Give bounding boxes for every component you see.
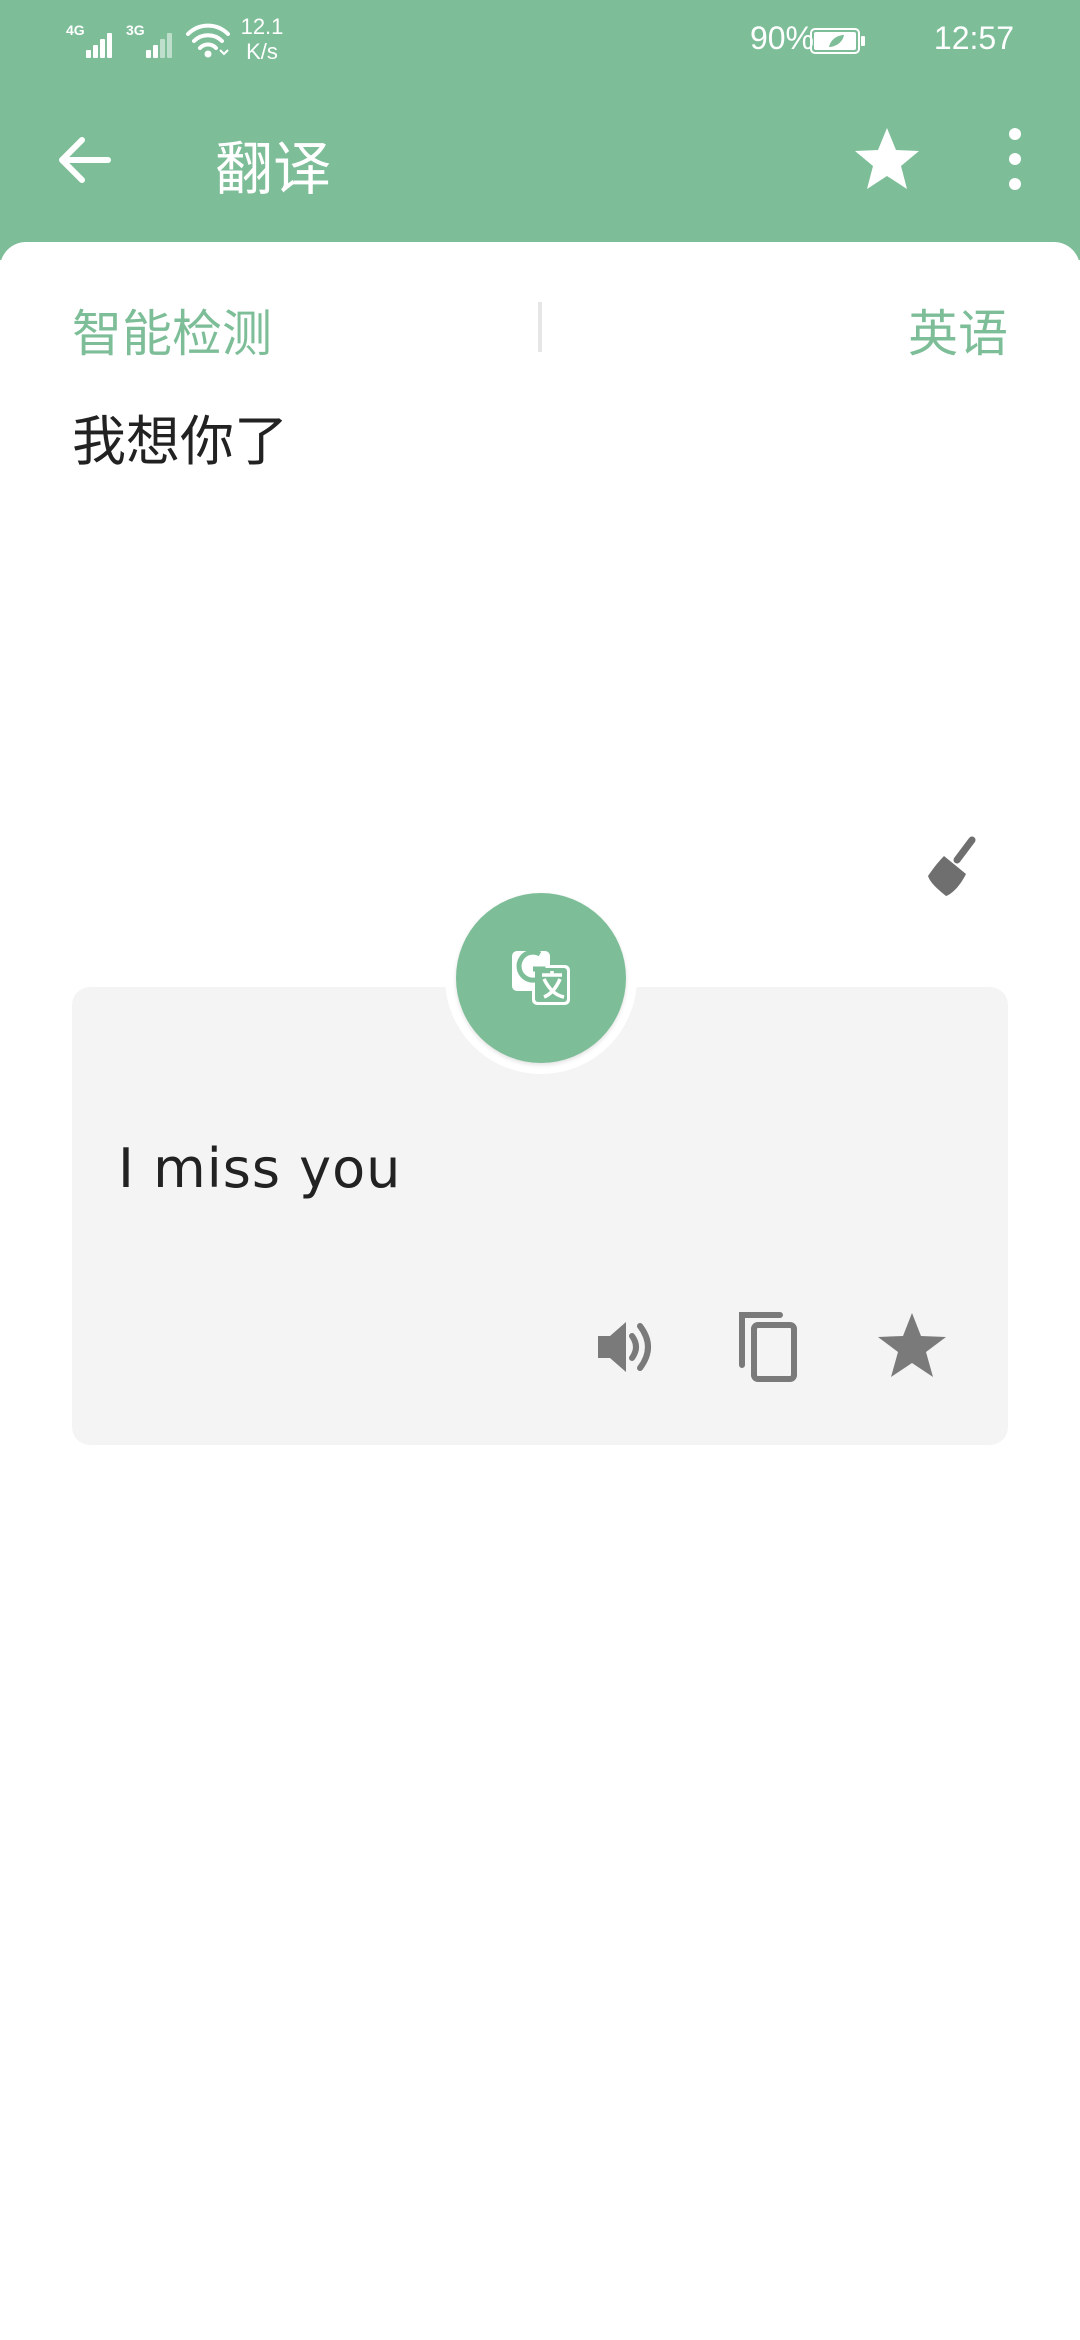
source-language-button[interactable]: 智能检测 <box>72 294 272 366</box>
signal-4g-icon: 4G <box>66 18 116 62</box>
translation-result-text: I miss you <box>118 1137 402 1200</box>
signal-bar <box>146 50 151 58</box>
signal-bar <box>86 50 91 58</box>
source-text-input[interactable]: 我想你了 <box>72 410 992 790</box>
google-translate-icon <box>512 949 570 1005</box>
translate-button[interactable] <box>456 893 626 1063</box>
language-selector: 智能检测 英语 <box>0 242 1080 372</box>
signal-bar <box>107 33 112 58</box>
status-bar: 4G 3G 12.1 K/s 90% 12:57 <box>0 0 1080 75</box>
main-panel: 智能检测 英语 我想你了 I miss you <box>0 242 1080 2340</box>
star-icon[interactable] <box>874 1307 950 1383</box>
network-type-4g: 4G <box>66 22 85 38</box>
broom-clear-icon[interactable] <box>922 830 994 902</box>
signal-bar <box>93 45 98 58</box>
target-language-button[interactable]: 英语 <box>908 294 1008 366</box>
battery-icon <box>810 28 865 54</box>
language-divider <box>538 302 542 352</box>
page-title: 翻译 <box>215 135 332 203</box>
back-arrow-icon[interactable] <box>50 128 120 192</box>
toolbar: 翻译 <box>0 100 1080 220</box>
speaker-icon[interactable] <box>592 1312 662 1382</box>
speed-unit: K/s <box>246 39 278 64</box>
more-vert-icon[interactable] <box>995 126 1035 192</box>
speed-value: 12.1 <box>240 14 284 39</box>
battery-percent: 90% <box>749 20 814 56</box>
signal-3g-icon: 3G <box>126 18 176 62</box>
signal-bar <box>160 39 165 58</box>
network-type-3g: 3G <box>126 22 145 38</box>
app-header: 4G 3G 12.1 K/s 90% 12:57 翻译 <box>0 0 1080 260</box>
clock: 12:57 <box>933 20 1014 56</box>
network-speed: 12.1 K/s <box>232 14 292 64</box>
copy-icon[interactable] <box>732 1305 812 1385</box>
signal-bar <box>167 33 172 58</box>
signal-bar <box>100 39 105 58</box>
signal-bar <box>153 45 158 58</box>
star-icon[interactable] <box>852 124 922 194</box>
wifi-icon <box>186 23 230 58</box>
